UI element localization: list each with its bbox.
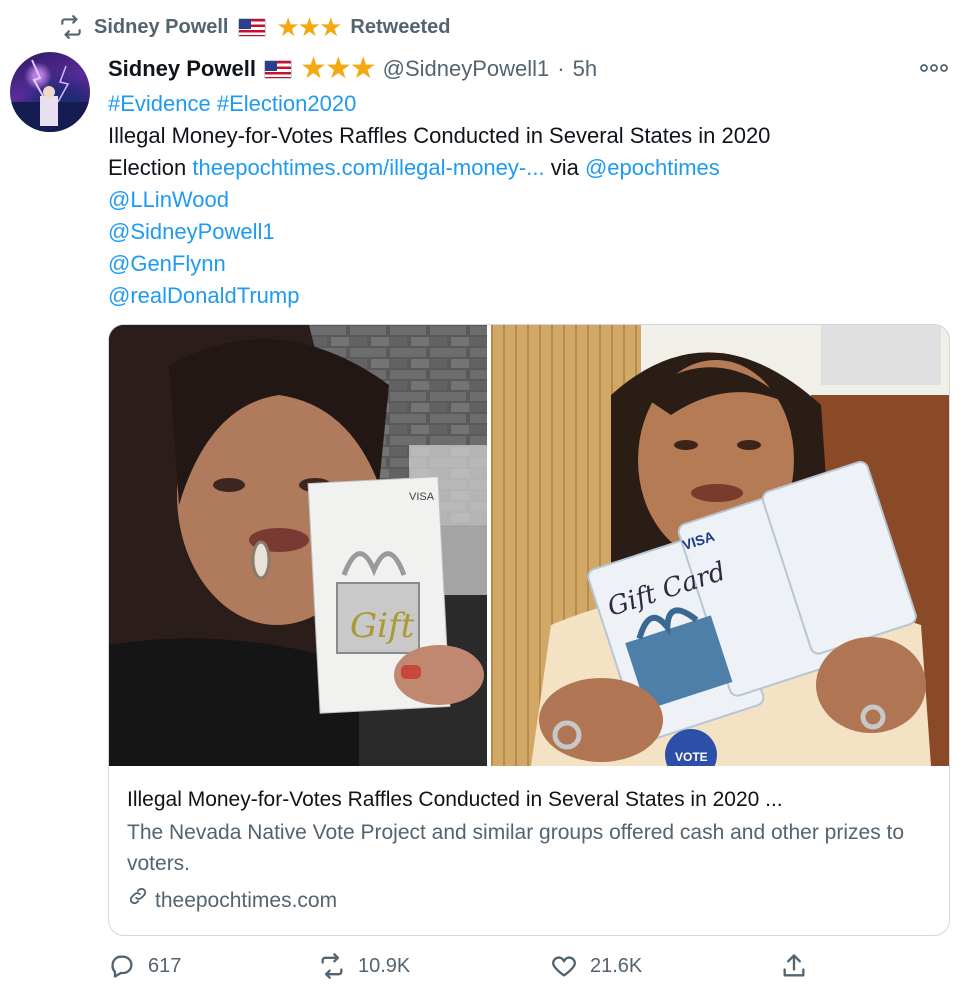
avatar[interactable] [10,52,90,132]
card-domain[interactable]: theepochtimes.com [127,885,937,916]
vote-badge-text: VOTE [675,750,708,764]
heart-icon [550,952,578,980]
tweet-text-fragment: Election [108,155,187,180]
card-description: The Nevada Native Vote Project and simil… [127,821,905,875]
card-text[interactable]: Illegal Money-for-Votes Raffles Conducte… [127,785,937,916]
link-icon [127,885,149,916]
star-rating-icon: ★★★ [299,52,377,85]
tweet-text: #Evidence #Election2020 Illegal Money-fo… [108,88,938,312]
tweet-text-line: Illegal Money-for-Votes Raffles Conducte… [108,123,771,148]
mention-link[interactable]: @epochtimes [585,155,720,180]
share-icon [780,952,808,980]
user-handle[interactable]: @SidneyPowell1 [383,56,550,82]
left-visa-label: VISA [409,491,435,503]
left-gift-card-text: Gift [350,606,415,646]
reply-count: 617 [148,954,182,977]
retweet-icon [318,952,346,980]
left-photo[interactable]: Gift VISA [109,325,487,766]
retweeter-name[interactable]: Sidney Powell [94,16,228,39]
reply-button[interactable]: 617 [108,952,181,980]
like-button[interactable]: 21.6K [550,952,642,980]
separator-dot: · [557,56,565,81]
display-name[interactable]: Sidney Powell [108,56,256,82]
right-photo[interactable]: Gift Card VISA VOTE [491,325,949,766]
retweeted-label: Retweeted [350,15,451,38]
tweet-page: Sidney Powell ★★★ Retweeted Sidney Powel… [0,0,977,1000]
hashtag-link[interactable]: #Election2020 [217,91,356,116]
card-title[interactable]: Illegal Money-for-Votes Raffles Conducte… [127,785,937,815]
reply-icon [108,952,136,980]
like-count: 21.6K [590,954,643,977]
us-flag-icon [238,17,267,37]
card-media[interactable]: Gift VISA Gift Card VISA VOTE [109,325,949,766]
share-button[interactable] [780,952,808,980]
mention-link[interactable]: @realDonaldTrump [108,280,938,312]
card-domain-text: theepochtimes.com [155,888,338,912]
retweet-header: Sidney Powell ★★★ Retweeted [58,12,450,42]
retweet-count: 10.9K [358,954,411,977]
hashtag-link[interactable]: #Evidence [108,91,211,116]
us-flag-icon [263,59,292,79]
star-rating-icon: ★★★ [276,12,342,42]
tweet-header: Sidney Powell ★★★ @SidneyPowell1 · 5h [108,52,597,86]
mention-link[interactable]: @LLinWood [108,184,938,216]
mention-link[interactable]: @SidneyPowell1 [108,216,938,248]
retweet-icon [58,14,84,40]
timestamp[interactable]: 5h [573,56,597,82]
via-text: via [550,155,579,180]
link-preview-card[interactable]: Gift VISA Gift Card VISA VOTE Illegal Mo… [108,324,950,936]
retweet-button[interactable]: 10.9K [318,952,410,980]
tweet-actions: 617 10.9K 21.6K [108,952,950,988]
more-options-icon[interactable] [916,58,952,78]
mention-link[interactable]: @GenFlynn [108,248,938,280]
article-url-link[interactable]: theepochtimes.com/illegal-money-... [192,155,544,180]
